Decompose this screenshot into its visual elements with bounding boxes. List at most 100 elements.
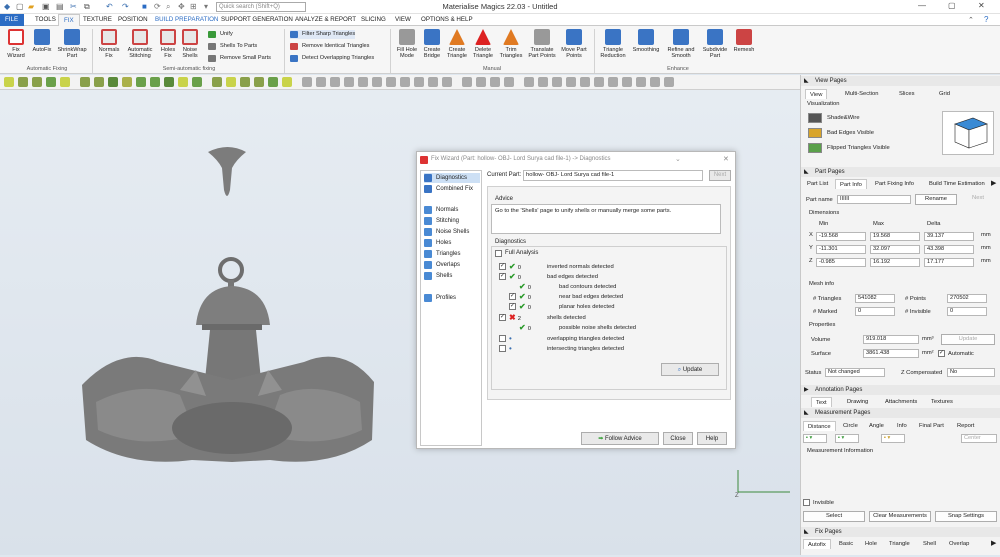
autofix-button[interactable]: AutoFix xyxy=(30,29,54,53)
diag-checkbox[interactable]: ✓ xyxy=(499,314,506,321)
toolbar-icon-16[interactable] xyxy=(226,77,236,87)
tab-options-help[interactable]: OPTIONS & HELP xyxy=(416,14,478,26)
nav-stitching[interactable]: Stitching xyxy=(424,216,459,226)
toolbar-icon-23[interactable] xyxy=(330,77,340,87)
clear-measurements-button[interactable]: Clear Measurements xyxy=(869,511,931,522)
toolbar-icon-26[interactable] xyxy=(372,77,382,87)
toolbar-icon-42[interactable] xyxy=(608,77,618,87)
diag-checkbox[interactable]: ✓ xyxy=(509,303,516,310)
tab-angle[interactable]: Angle xyxy=(865,421,888,431)
view-cube[interactable] xyxy=(942,111,994,155)
toolbar-icon-5[interactable] xyxy=(60,77,70,87)
shrinkwrap-button[interactable]: ShrinkWrap Part xyxy=(56,29,88,59)
help-icon[interactable]: ? xyxy=(984,15,988,24)
next-button[interactable]: Next xyxy=(961,194,995,205)
collapse-ribbon-icon[interactable]: ⌃ xyxy=(968,16,974,24)
tab-multi-section[interactable]: Multi-Section xyxy=(841,89,883,99)
tab-position[interactable]: POSITION xyxy=(113,14,153,26)
follow-advice-button[interactable]: ➡ Follow Advice xyxy=(581,432,659,445)
toolbar-icon-45[interactable] xyxy=(650,77,660,87)
tab-build-preparation[interactable]: BUILD PREPARATION xyxy=(150,14,223,26)
automatic-stitching-button[interactable]: Automatic Stitching xyxy=(124,29,156,59)
tab-autofix[interactable]: Autofix xyxy=(803,539,831,549)
toolbar-icon-37[interactable] xyxy=(538,77,548,87)
toolbar-icon-2[interactable] xyxy=(18,77,28,87)
nav-diagnostics[interactable]: Diagnostics xyxy=(424,173,480,183)
toolbar-icon-32[interactable] xyxy=(462,77,472,87)
current-part-select[interactable]: hollow- OBJ- Lord Surya cad file-1 xyxy=(523,170,703,181)
tab-view-page[interactable]: View xyxy=(805,89,828,99)
rename-button[interactable]: Rename xyxy=(915,194,957,205)
tab-info[interactable]: Info xyxy=(893,421,911,431)
dim-delta-field[interactable]: 43.398 xyxy=(924,245,974,254)
measure-style-select[interactable]: ▪ ▾ xyxy=(881,434,905,443)
tab-shell[interactable]: Shell xyxy=(919,539,940,549)
toolbar-icon-43[interactable] xyxy=(622,77,632,87)
nav-shells[interactable]: Shells xyxy=(424,271,452,281)
automatic-checkbox[interactable]: ✓ xyxy=(938,350,945,357)
tab-slices[interactable]: Slices xyxy=(895,89,918,99)
toolbar-icon-28[interactable] xyxy=(400,77,410,87)
smoothing-button[interactable]: Smoothing xyxy=(630,29,662,53)
toolbar-icon-13[interactable] xyxy=(178,77,188,87)
nav-holes[interactable]: Holes xyxy=(424,238,451,248)
toolbar-icon-6[interactable] xyxy=(80,77,90,87)
toolbar-icon-38[interactable] xyxy=(552,77,562,87)
toolbar-icon-46[interactable] xyxy=(664,77,674,87)
diag-checkbox[interactable]: ✓ xyxy=(499,263,506,270)
dim-min-field[interactable]: -11.301 xyxy=(816,245,866,254)
dim-delta-field[interactable]: 39.137 xyxy=(924,232,974,241)
toolbar-icon-9[interactable] xyxy=(122,77,132,87)
help-button[interactable]: Help xyxy=(697,432,727,445)
center-select[interactable]: Center xyxy=(961,434,997,443)
tab-fix[interactable]: FIX xyxy=(58,14,80,26)
diag-checkbox[interactable] xyxy=(499,335,506,342)
toolbar-icon-24[interactable] xyxy=(344,77,354,87)
invisible-checkbox[interactable] xyxy=(803,499,810,506)
toolbar-icon-25[interactable] xyxy=(358,77,368,87)
nav-overlaps[interactable]: Overlaps xyxy=(424,260,460,270)
tab-analyze-report[interactable]: ANALYZE & REPORT xyxy=(290,14,361,26)
diag-checkbox[interactable]: ✓ xyxy=(509,293,516,300)
toolbar-icon-27[interactable] xyxy=(386,77,396,87)
fix-pages-header[interactable]: ◣ Fix Pages xyxy=(801,527,1000,537)
close-button[interactable]: Close xyxy=(663,432,693,445)
shade-wire-icon[interactable] xyxy=(808,113,822,123)
remesh-button[interactable]: Remesh xyxy=(732,29,756,53)
toolbar-icon-40[interactable] xyxy=(580,77,590,87)
tab-part-fixing-info[interactable]: Part Fixing Info xyxy=(871,179,918,189)
remove-small-parts-button[interactable]: Remove Small Parts xyxy=(208,54,271,63)
create-triangle-button[interactable]: Create Triangle xyxy=(444,29,470,59)
toolbar-icon-44[interactable] xyxy=(636,77,646,87)
nav-normals[interactable]: Normals xyxy=(424,205,458,215)
toolbar-icon-11[interactable] xyxy=(150,77,160,87)
dim-min-field[interactable]: -19.568 xyxy=(816,232,866,241)
translate-part-points-button[interactable]: Translate Part Points xyxy=(526,29,558,59)
dialog-dropdown-icon[interactable]: ⌄ xyxy=(675,155,681,163)
dim-min-field[interactable]: -0.985 xyxy=(816,258,866,267)
maximize-icon[interactable]: ▢ xyxy=(948,1,956,10)
toolbar-icon-33[interactable] xyxy=(476,77,486,87)
move-part-points-button[interactable]: Move Part Points xyxy=(560,29,588,59)
tab-textures[interactable]: Textures xyxy=(927,397,957,407)
tab-part-list[interactable]: Part List xyxy=(803,179,832,189)
toolbar-icon-12[interactable] xyxy=(164,77,174,87)
diag-checkbox[interactable] xyxy=(499,345,506,352)
toolbar-icon-41[interactable] xyxy=(594,77,604,87)
fill-hole-mode-button[interactable]: Fill Hole Mode xyxy=(394,29,420,59)
normals-fix-button[interactable]: Normals Fix xyxy=(96,29,122,59)
create-bridge-button[interactable]: Create Bridge xyxy=(420,29,444,59)
select-button[interactable]: Select xyxy=(803,511,865,522)
tab-attachments[interactable]: Attachments xyxy=(881,397,921,407)
measure-mode-select[interactable]: ▪ ▾ xyxy=(803,434,827,443)
update-button[interactable]: Update xyxy=(941,334,995,345)
tab-file[interactable]: FILE xyxy=(0,14,24,26)
nav-noise-shells[interactable]: Noise Shells xyxy=(424,227,469,237)
tab-drawing[interactable]: Drawing xyxy=(843,397,872,407)
tab-view[interactable]: VIEW xyxy=(390,14,416,26)
tab-text[interactable]: Text xyxy=(811,397,832,407)
diag-checkbox[interactable]: ✓ xyxy=(499,273,506,280)
shells-to-parts-button[interactable]: Shells To Parts xyxy=(208,42,257,51)
tab-tools[interactable]: TOOLS xyxy=(30,14,61,26)
tab-build-time[interactable]: Build Time Estimation xyxy=(925,179,989,189)
